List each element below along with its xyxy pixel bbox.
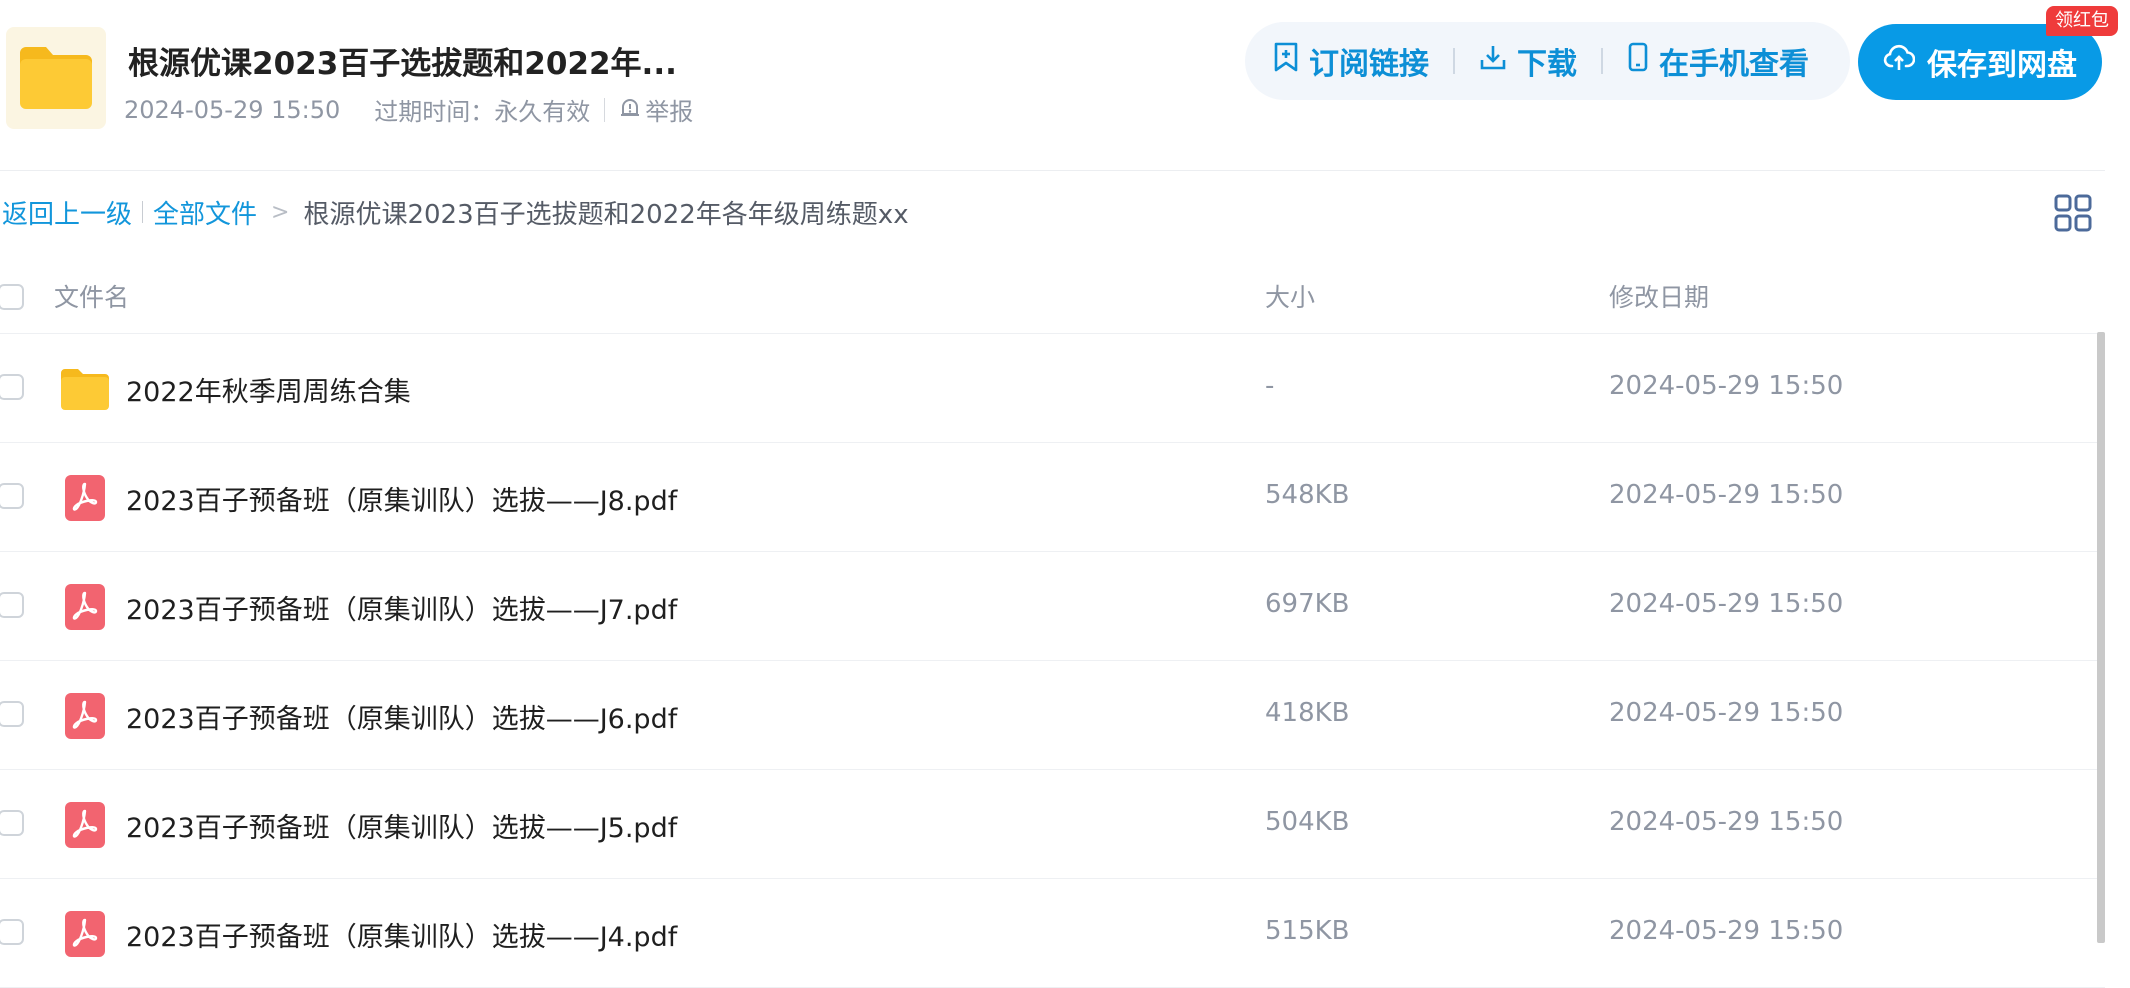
file-size: 515KB xyxy=(1265,916,1350,946)
table-row[interactable]: 2023百子预备班（原集训队）选拔——J7.pdf 697KB 2024-05-… xyxy=(0,552,2105,661)
phone-view-label: 在手机查看 xyxy=(1659,47,1809,82)
pdf-file-icon xyxy=(58,689,112,743)
file-name[interactable]: 2023百子预备班（原集训队）选拔——J7.pdf xyxy=(126,588,677,627)
alert-icon xyxy=(619,96,641,124)
red-packet-badge[interactable]: 领红包 xyxy=(2046,6,2118,36)
row-checkbox[interactable] xyxy=(0,919,24,945)
file-size: - xyxy=(1265,371,1275,401)
file-size: 418KB xyxy=(1265,698,1350,728)
folder-icon xyxy=(58,362,112,416)
mobile-phone-icon xyxy=(1627,42,1649,80)
row-checkbox[interactable] xyxy=(0,592,24,618)
file-modified: 2024-05-29 15:50 xyxy=(1609,807,1844,837)
pdf-file-icon xyxy=(58,471,112,525)
download-button[interactable]: 下载 xyxy=(1479,39,1577,83)
scrollbar[interactable] xyxy=(2097,332,2105,943)
pdf-file-icon xyxy=(58,907,112,961)
column-name[interactable]: 文件名 xyxy=(54,278,129,314)
action-bar: 订阅链接 下载 在手机查看 xyxy=(1245,22,1850,100)
table-row[interactable]: 2023百子预备班（原集训队）选拔——J4.pdf 515KB 2024-05-… xyxy=(0,879,2105,988)
column-modified[interactable]: 修改日期 xyxy=(1609,278,1709,314)
column-size[interactable]: 大小 xyxy=(1265,278,1315,314)
file-name[interactable]: 2022年秋季周周练合集 xyxy=(126,370,411,409)
bookmark-add-icon xyxy=(1273,42,1299,80)
breadcrumb-current: 根源优课2023百子选拔题和2022年各年级周练题xx xyxy=(303,199,909,230)
table-row[interactable]: 2023百子预备班（原集训队）选拔——J5.pdf 504KB 2024-05-… xyxy=(0,770,2105,879)
file-size: 504KB xyxy=(1265,807,1350,837)
file-size: 697KB xyxy=(1265,589,1350,619)
row-checkbox[interactable] xyxy=(0,483,24,509)
subscribe-link-button[interactable]: 订阅链接 xyxy=(1273,39,1429,83)
share-header: 根源优课2023百子选拔题和2022年... 2024-05-29 15:50 … xyxy=(0,0,2130,170)
file-name[interactable]: 2023百子预备班（原集训队）选拔——J5.pdf xyxy=(126,806,677,845)
breadcrumb: 返回上一级 全部文件 > 根源优课2023百子选拔题和2022年各年级周练题xx xyxy=(2,194,909,230)
file-modified: 2024-05-29 15:50 xyxy=(1609,371,1844,401)
action-divider xyxy=(1453,48,1455,74)
view-on-phone-button[interactable]: 在手机查看 xyxy=(1627,39,1809,83)
file-modified: 2024-05-29 15:50 xyxy=(1609,480,1844,510)
expiry-text: 过期时间：永久有效 xyxy=(374,98,591,126)
folder-icon xyxy=(6,27,106,129)
row-checkbox[interactable] xyxy=(0,374,24,400)
file-name[interactable]: 2023百子预备班（原集训队）选拔——J6.pdf xyxy=(126,697,677,736)
row-checkbox[interactable] xyxy=(0,701,24,727)
pdf-file-icon xyxy=(58,580,112,634)
back-link[interactable]: 返回上一级 xyxy=(2,194,132,231)
report-link[interactable]: 举报 xyxy=(619,92,693,127)
breadcrumb-separator: > xyxy=(271,199,290,225)
table-row[interactable]: 2023百子预备班（原集训队）选拔——J8.pdf 548KB 2024-05-… xyxy=(0,443,2105,552)
file-name[interactable]: 2023百子预备班（原集训队）选拔——J4.pdf xyxy=(126,915,677,954)
select-all-checkbox[interactable] xyxy=(0,284,24,310)
pdf-file-icon xyxy=(58,798,112,852)
file-name[interactable]: 2023百子预备班（原集训队）选拔——J8.pdf xyxy=(126,479,677,518)
file-modified: 2024-05-29 15:50 xyxy=(1609,916,1844,946)
table-row[interactable]: 2022年秋季周周练合集 - 2024-05-29 15:50 xyxy=(0,334,2105,443)
file-modified: 2024-05-29 15:50 xyxy=(1609,698,1844,728)
file-size: 548KB xyxy=(1265,480,1350,510)
download-label: 下载 xyxy=(1517,47,1577,82)
share-meta: 2024-05-29 15:50 过期时间：永久有效 举报 xyxy=(124,92,693,127)
save-label: 保存到网盘 xyxy=(1927,48,2077,83)
meta-divider xyxy=(604,97,606,122)
cloud-upload-icon xyxy=(1883,44,1916,80)
breadcrumb-divider xyxy=(142,201,144,223)
all-files-link[interactable]: 全部文件 xyxy=(153,194,257,231)
subscribe-label: 订阅链接 xyxy=(1309,47,1429,82)
grid-view-icon[interactable] xyxy=(2054,194,2092,232)
file-modified: 2024-05-29 15:50 xyxy=(1609,589,1844,619)
header-divider xyxy=(0,170,2105,171)
share-title: 根源优课2023百子选拔题和2022年... xyxy=(128,46,677,82)
file-table: 文件名 大小 修改日期 2022年秋季周周练合集 - 2024-05-29 15… xyxy=(0,258,2105,988)
share-date: 2024-05-29 15:50 xyxy=(124,95,341,124)
download-icon xyxy=(1479,43,1507,79)
action-divider xyxy=(1601,48,1603,74)
row-checkbox[interactable] xyxy=(0,810,24,836)
report-label: 举报 xyxy=(645,98,694,126)
table-header: 文件名 大小 修改日期 xyxy=(0,258,2105,334)
table-row[interactable]: 2023百子预备班（原集训队）选拔——J6.pdf 418KB 2024-05-… xyxy=(0,661,2105,770)
